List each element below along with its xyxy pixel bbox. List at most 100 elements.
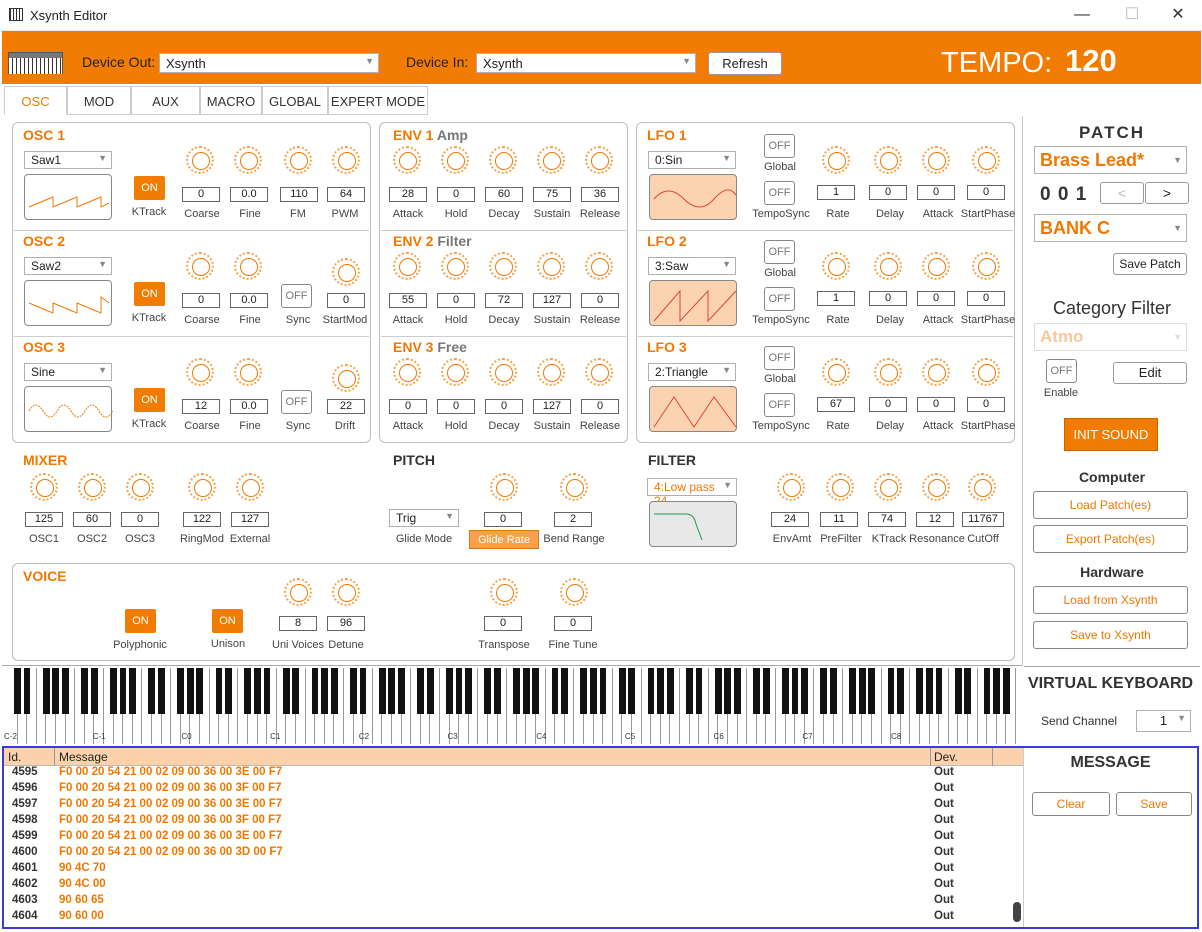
osc-1-wave-select[interactable]: Saw1 ▼: [24, 151, 112, 169]
black-key[interactable]: [589, 668, 597, 714]
lfo-delay-knob[interactable]: [874, 358, 902, 386]
black-key[interactable]: [349, 668, 357, 714]
filter-type-select[interactable]: 4:Low pass 24▼: [647, 478, 737, 508]
col-id[interactable]: Id.: [8, 750, 21, 764]
black-key[interactable]: [935, 668, 943, 714]
fine-value[interactable]: 0.0: [230, 187, 268, 202]
coarse-knob[interactable]: [186, 358, 214, 386]
black-key[interactable]: [465, 668, 473, 714]
env-sustain-knob[interactable]: [537, 358, 565, 386]
filter-prefilter-value[interactable]: 11: [820, 512, 858, 527]
black-key[interactable]: [378, 668, 386, 714]
col-dev[interactable]: Dev.: [934, 750, 958, 764]
black-key[interactable]: [426, 668, 434, 714]
mixer-external-value[interactable]: 127: [231, 512, 269, 527]
fine-tune-knob[interactable]: [560, 578, 588, 606]
black-key[interactable]: [801, 668, 809, 714]
lfo-startphase-knob[interactable]: [972, 358, 1000, 386]
black-key[interactable]: [148, 668, 156, 714]
filter-prefilter-knob[interactable]: [826, 473, 854, 501]
black-key[interactable]: [282, 668, 290, 714]
lfo-delay-value[interactable]: 0: [869, 291, 907, 306]
black-key[interactable]: [311, 668, 319, 714]
lfo-rate-value[interactable]: 1: [817, 291, 855, 306]
black-key[interactable]: [580, 668, 588, 714]
send-channel-select[interactable]: 1 ▼: [1136, 710, 1191, 732]
fm-value[interactable]: 110: [280, 187, 318, 202]
black-key[interactable]: [359, 668, 367, 714]
black-key[interactable]: [445, 668, 453, 714]
filter-resonance-value[interactable]: 12: [916, 512, 954, 527]
message-row[interactable]: 4603 90 60 65 Out: [12, 894, 1012, 910]
maximize-button[interactable]: ☐: [1112, 4, 1152, 26]
sync-toggle[interactable]: OFF: [281, 390, 312, 414]
black-key[interactable]: [119, 668, 127, 714]
osc-2-wave-select[interactable]: Saw2 ▼: [24, 257, 112, 275]
black-key[interactable]: [781, 668, 789, 714]
save-patch-button[interactable]: Save Patch: [1113, 253, 1187, 275]
tempo-value[interactable]: 120: [1065, 43, 1117, 79]
black-key[interactable]: [599, 668, 607, 714]
env-sustain-value[interactable]: 127: [533, 399, 571, 414]
fine-knob[interactable]: [234, 252, 262, 280]
fm-knob[interactable]: [284, 146, 312, 174]
category-select[interactable]: Atmo ▼: [1034, 323, 1187, 351]
black-key[interactable]: [253, 668, 261, 714]
mixer-osc1-value[interactable]: 125: [25, 512, 63, 527]
env-release-value[interactable]: 0: [581, 399, 619, 414]
env-sustain-value[interactable]: 127: [533, 293, 571, 308]
black-key[interactable]: [513, 668, 521, 714]
env-sustain-value[interactable]: 75: [533, 187, 571, 202]
env-release-knob[interactable]: [585, 146, 613, 174]
black-key[interactable]: [868, 668, 876, 714]
black-key[interactable]: [1002, 668, 1010, 714]
message-row[interactable]: 4595 F0 00 20 54 21 00 02 09 00 36 00 3E …: [12, 766, 1012, 782]
lfo-rate-knob[interactable]: [822, 358, 850, 386]
mixer-ringmod-knob[interactable]: [188, 473, 216, 501]
coarse-value[interactable]: 12: [182, 399, 220, 414]
filter-ktrack-knob[interactable]: [874, 473, 902, 501]
black-key[interactable]: [762, 668, 770, 714]
prev-patch-button[interactable]: <: [1100, 182, 1144, 204]
black-key[interactable]: [292, 668, 300, 714]
lfo-startphase-value[interactable]: 0: [967, 397, 1005, 412]
message-row[interactable]: 4598 F0 00 20 54 21 00 02 09 00 36 00 3F …: [12, 814, 1012, 830]
env-hold-value[interactable]: 0: [437, 293, 475, 308]
env-decay-knob[interactable]: [489, 358, 517, 386]
transpose-knob[interactable]: [490, 578, 518, 606]
black-key[interactable]: [714, 668, 722, 714]
black-key[interactable]: [61, 668, 69, 714]
env-decay-value[interactable]: 72: [485, 293, 523, 308]
black-key[interactable]: [186, 668, 194, 714]
env-hold-knob[interactable]: [441, 252, 469, 280]
pwm-knob[interactable]: [332, 146, 360, 174]
lfo-delay-knob[interactable]: [874, 252, 902, 280]
tab-mod[interactable]: MOD: [67, 86, 131, 115]
message-row[interactable]: 4597 F0 00 20 54 21 00 02 09 00 36 00 3E …: [12, 798, 1012, 814]
fine-value[interactable]: 0.0: [230, 293, 268, 308]
edit-category-button[interactable]: Edit: [1113, 362, 1187, 384]
env-release-knob[interactable]: [585, 358, 613, 386]
lfo-delay-knob[interactable]: [874, 146, 902, 174]
black-key[interactable]: [964, 668, 972, 714]
lfo-rate-value[interactable]: 67: [817, 397, 855, 412]
env-attack-knob[interactable]: [393, 252, 421, 280]
sync-toggle[interactable]: OFF: [281, 284, 312, 308]
lfo-global-toggle[interactable]: OFF: [764, 346, 795, 370]
tab-global[interactable]: GLOBAL: [262, 86, 328, 115]
env-attack-value[interactable]: 0: [389, 399, 427, 414]
osc-1-ktrack-toggle[interactable]: ON: [134, 176, 165, 200]
black-key[interactable]: [532, 668, 540, 714]
glide-rate-value[interactable]: 0: [484, 512, 522, 527]
coarse-knob[interactable]: [186, 146, 214, 174]
startmod-knob[interactable]: [332, 258, 360, 286]
coarse-value[interactable]: 0: [182, 293, 220, 308]
black-key[interactable]: [657, 668, 665, 714]
unison-toggle[interactable]: ON: [212, 609, 243, 633]
message-row[interactable]: 4596 F0 00 20 54 21 00 02 09 00 36 00 3F …: [12, 782, 1012, 798]
black-key[interactable]: [820, 668, 828, 714]
black-key[interactable]: [417, 668, 425, 714]
tab-expert-mode[interactable]: EXPERT MODE: [328, 86, 428, 115]
black-key[interactable]: [23, 668, 31, 714]
message-row[interactable]: 4599 F0 00 20 54 21 00 02 09 00 36 00 3E …: [12, 830, 1012, 846]
